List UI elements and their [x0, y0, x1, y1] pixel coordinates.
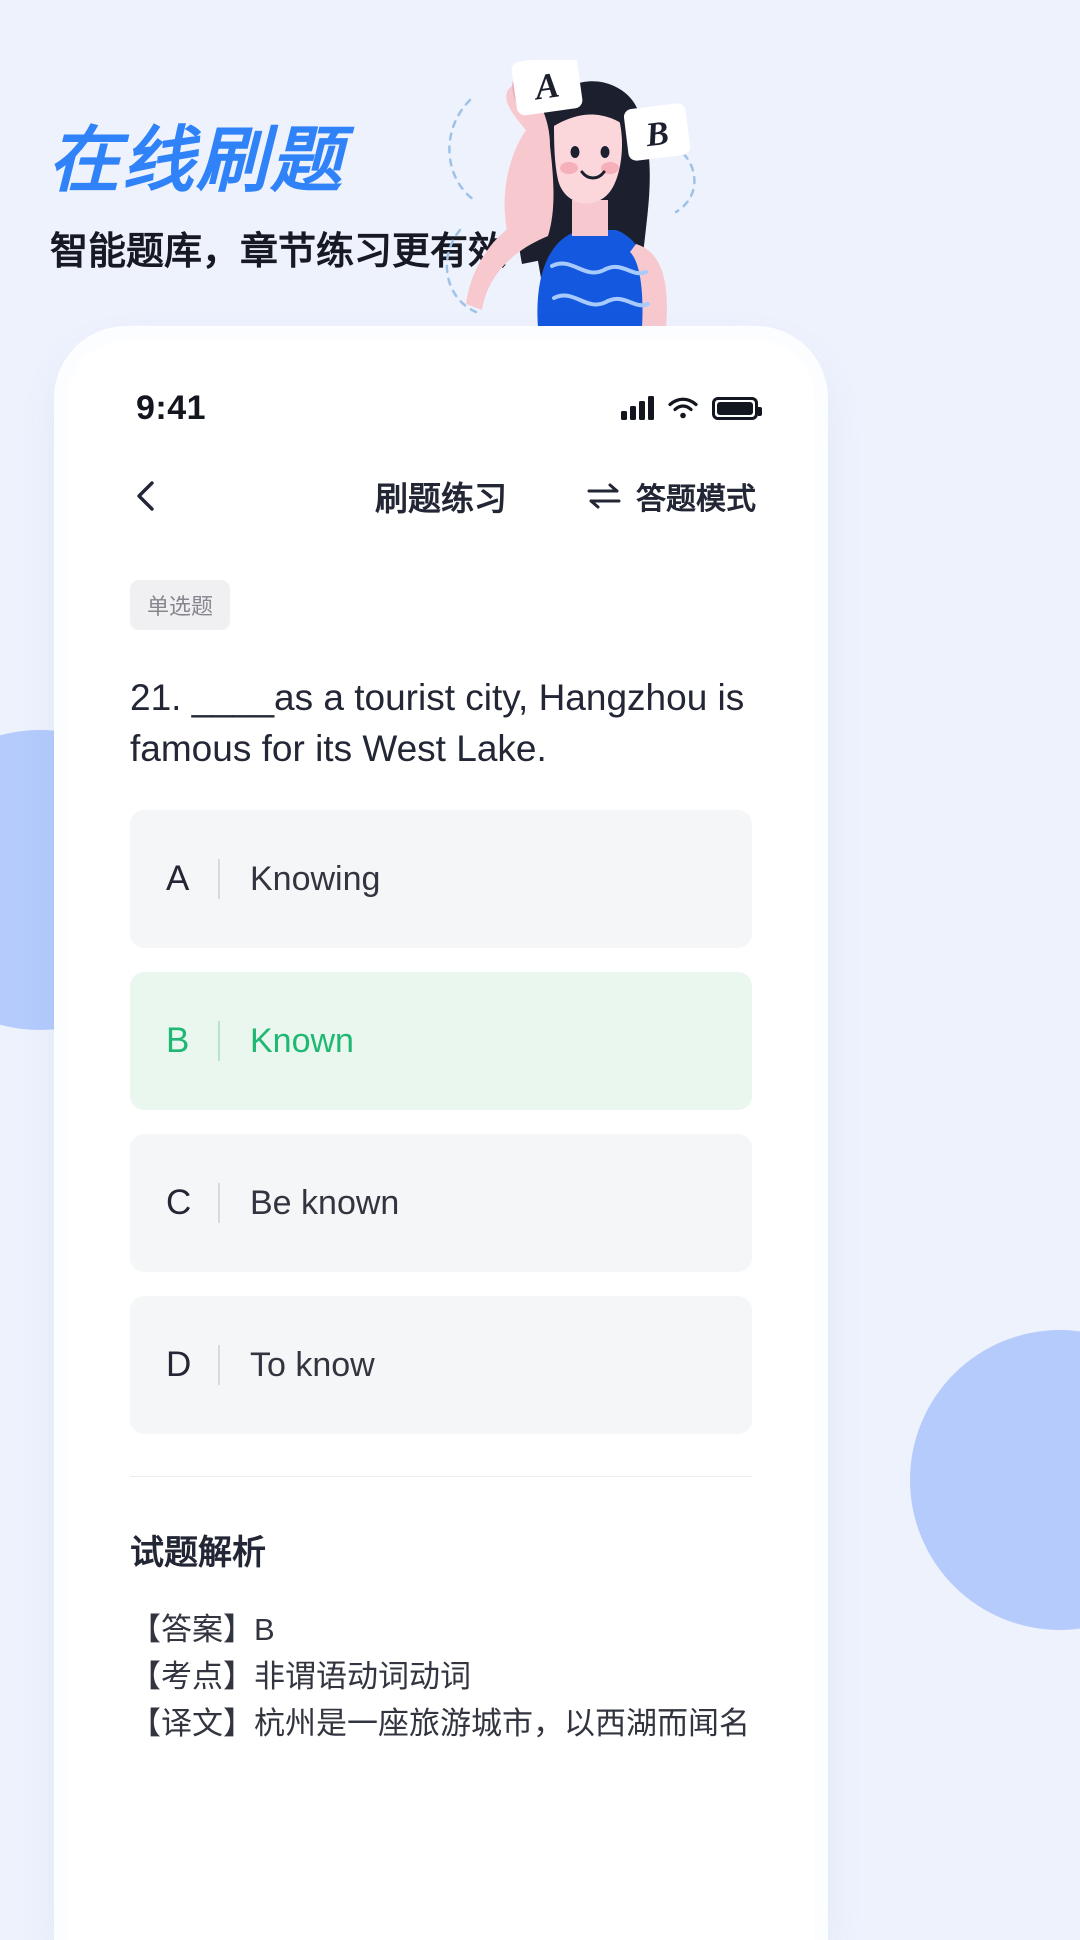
analysis-body: 【答案】B 【考点】非谓语动词动词 【译文】杭州是一座旅游城市，以西湖而闻名 [130, 1606, 752, 1747]
answer-mode-label: 答题模式 [636, 483, 756, 516]
wifi-icon [668, 397, 698, 419]
option-label: To know [250, 1345, 375, 1384]
hero-illustration: A B [430, 60, 730, 350]
answer-mode-button[interactable]: 答题模式 [586, 474, 756, 518]
option-a[interactable]: A Knowing [130, 810, 752, 949]
option-d[interactable]: D To know [130, 1296, 752, 1435]
option-key: B [166, 1021, 190, 1061]
option-key: C [166, 1183, 192, 1223]
option-divider [218, 1021, 220, 1062]
option-key: A [166, 859, 190, 899]
analysis-line-answer: 【答案】B [130, 1612, 275, 1648]
option-label: Be known [250, 1183, 400, 1222]
option-divider [218, 859, 220, 900]
status-bar: 9:41 [68, 340, 814, 450]
question-body: 单选题 21. ____as a tourist city, Hangzhou … [68, 542, 814, 1747]
section-divider [130, 1476, 752, 1478]
background-blob-right [910, 1330, 1080, 1630]
question-type-tag: 单选题 [130, 580, 231, 630]
option-label: Knowing [250, 859, 381, 898]
question-text: 21. ____as a tourist city, Hangzhou is f… [130, 677, 745, 770]
option-divider [218, 1345, 220, 1386]
phone-mockup: 9:41 刷题练习 答题模式 单选题 21. ____as a tourist … [68, 340, 814, 1940]
options-list: A Knowing B Known C Be known D To know [130, 810, 752, 1435]
swap-arrows-icon [586, 483, 622, 509]
phone-mute-switch[interactable] [54, 555, 62, 609]
app-screen: 9:41 刷题练习 答题模式 单选题 21. ____as a tourist … [68, 340, 814, 1940]
battery-icon [712, 396, 762, 420]
option-label: Known [250, 1021, 354, 1060]
back-button[interactable] [130, 479, 164, 513]
option-divider [218, 1183, 220, 1224]
promo-headline: 在线刷题 [48, 121, 345, 201]
analysis-title: 试题解析 [130, 1534, 266, 1573]
option-b[interactable]: B Known [130, 972, 752, 1111]
phone-volume-down[interactable] [54, 752, 62, 840]
analysis-line-keypoint: 【考点】非谓语动词动词 [130, 1659, 471, 1695]
status-icon-group [621, 396, 762, 420]
nav-bar: 刷题练习 答题模式 [68, 450, 814, 542]
option-c[interactable]: C Be known [130, 1134, 752, 1273]
option-key: D [166, 1345, 192, 1385]
phone-volume-up[interactable] [54, 640, 62, 728]
svg-text:B: B [643, 115, 671, 155]
status-clock: 9:41 [136, 388, 207, 427]
analysis-line-translation: 【译文】杭州是一座旅游城市，以西湖而闻名 [130, 1706, 750, 1742]
signal-bars-icon [621, 396, 654, 420]
